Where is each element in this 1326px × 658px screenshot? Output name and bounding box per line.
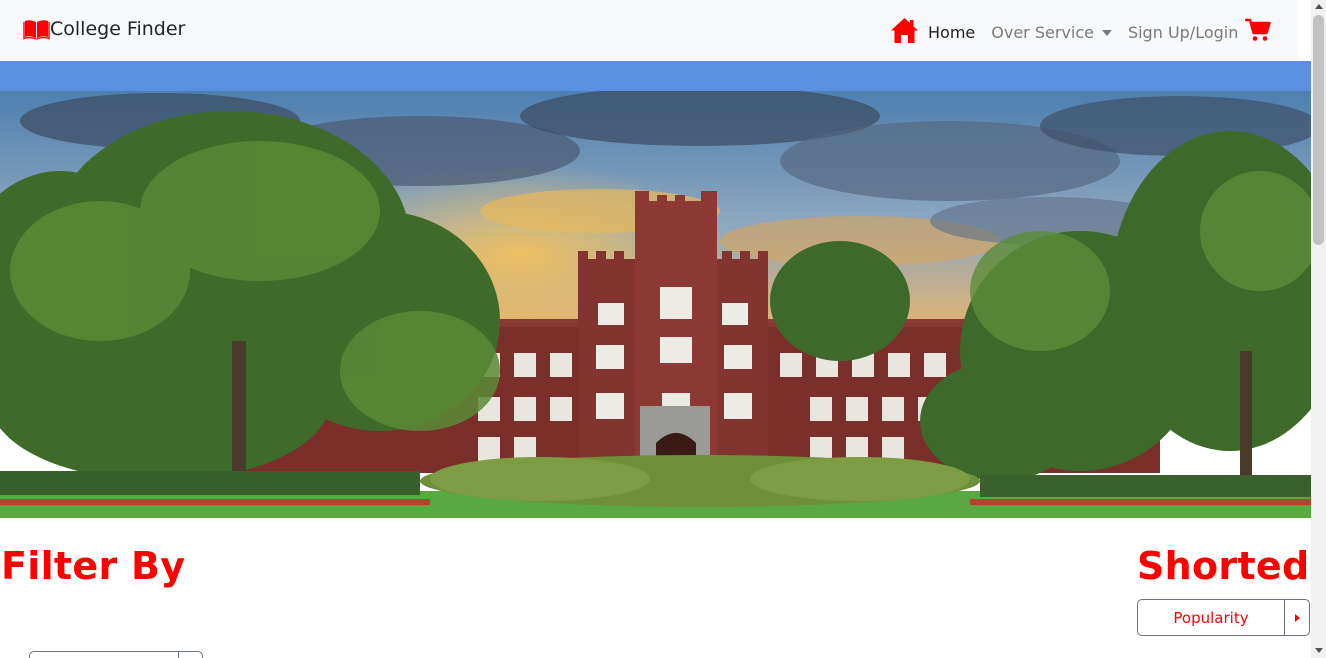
filter-select[interactable]	[29, 651, 203, 658]
sort-dropdown: Popularity	[1137, 599, 1310, 636]
sort-title: Shorted	[1137, 544, 1310, 588]
filter-icon	[4, 653, 22, 658]
nav-signup-link[interactable]: Sign Up/Login	[1128, 23, 1238, 42]
cart-icon[interactable]	[1245, 18, 1272, 46]
page: College Finder Home Over Service Sign Up…	[0, 0, 1326, 658]
home-icon[interactable]	[890, 17, 919, 48]
vertical-scrollbar[interactable]	[1311, 0, 1326, 658]
nav-service-label: Over Service	[991, 22, 1094, 42]
sort-toggle-button[interactable]	[1285, 600, 1309, 635]
nav-home-link[interactable]: Home	[928, 23, 975, 42]
book-icon	[23, 18, 50, 40]
scroll-down-icon[interactable]	[1315, 648, 1323, 653]
hero-image	[0, 91, 1311, 518]
filter-title: Filter By	[1, 544, 186, 588]
brand-link[interactable]: College Finder	[23, 18, 185, 40]
nav-service-dropdown[interactable]: Over Service	[991, 23, 1112, 42]
scroll-up-icon[interactable]	[1315, 4, 1323, 9]
caret-right-icon	[1294, 613, 1300, 622]
sort-selected-button[interactable]: Popularity	[1138, 600, 1285, 635]
chevron-down-icon	[1101, 30, 1112, 36]
brand-title: College Finder	[50, 18, 186, 40]
filter-select-divider	[178, 652, 179, 658]
main-nav: Home Over Service Sign Up/Login	[890, 17, 1272, 48]
navbar: College Finder Home Over Service Sign Up…	[0, 0, 1299, 61]
scrollbar-thumb[interactable]	[1313, 15, 1324, 245]
header-strip	[0, 61, 1311, 91]
